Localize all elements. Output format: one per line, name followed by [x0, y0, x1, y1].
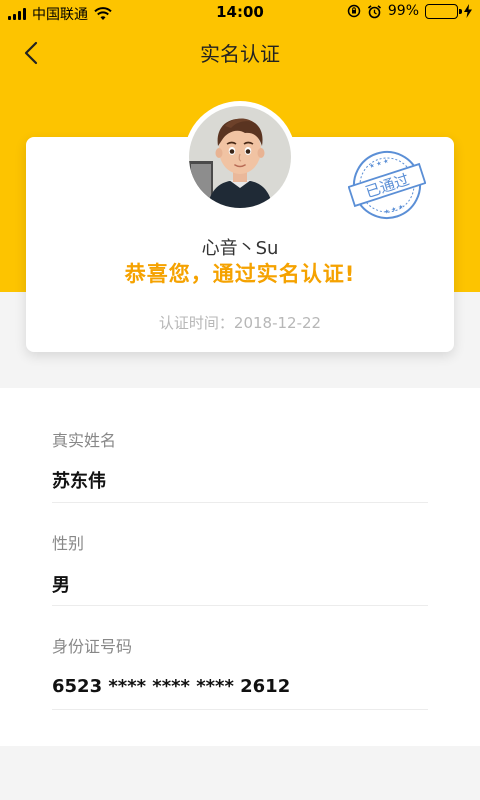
charging-icon [464, 4, 472, 18]
approved-stamp-icon: ★ ★ ★ ★ ★ ★ 已通过 [348, 151, 426, 219]
verification-date: 认证时间：2018-12-22 [158, 314, 322, 332]
field-gender: 性别 男 [52, 503, 428, 606]
field-real-name: 真实姓名 苏东伟 [52, 388, 428, 503]
nav-bar: 实名认证 [0, 26, 480, 76]
battery-icon [425, 3, 462, 19]
status-right: 99% [347, 3, 472, 19]
alarm-icon [367, 4, 381, 18]
svg-text:★ ★ ★: ★ ★ ★ [369, 158, 390, 171]
avatar [189, 106, 291, 208]
field-value: 苏东伟 [52, 471, 106, 492]
identity-info-section: 真实姓名 苏东伟 性别 男 身份证号码 6523 **** **** **** … [0, 388, 480, 746]
field-label: 身份证号码 [52, 637, 133, 656]
field-label: 性别 [52, 534, 85, 553]
rotation-lock-icon [347, 4, 361, 18]
field-id-number: 身份证号码 6523 **** **** **** 2612 [52, 606, 428, 710]
field-value: 6523 **** **** **** 2612 [52, 676, 291, 697]
battery-percent: 99% [387, 3, 419, 19]
nickname: 心音丶Su [201, 238, 279, 259]
congrats-message: 恭喜您，通过实名认证! [124, 262, 356, 286]
field-label: 真实姓名 [52, 431, 117, 450]
field-value: 男 [52, 575, 70, 596]
status-bar: 中国联通 14:00 99% [0, 0, 480, 26]
page-title: 实名认证 [200, 42, 280, 66]
avatar-frame [184, 101, 296, 213]
